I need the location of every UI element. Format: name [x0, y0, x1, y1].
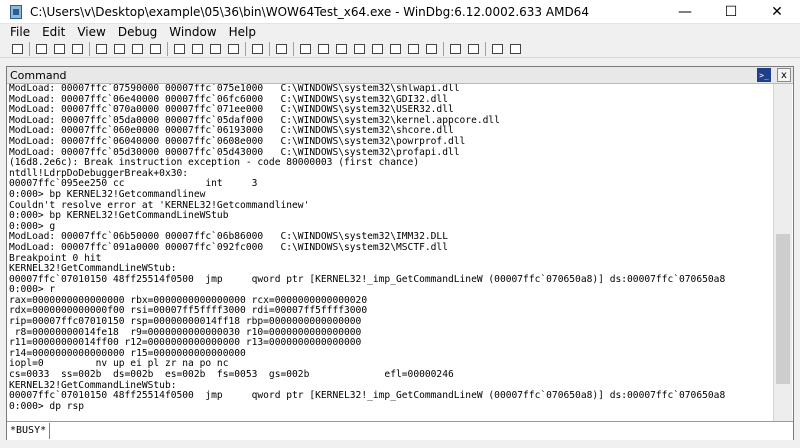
run-to-cursor-icon[interactable] [226, 41, 241, 56]
busy-indicator: *BUSY* [7, 423, 51, 439]
disassembly-icon[interactable] [388, 41, 403, 56]
command-window: Command >_ x ModLoad: 00007ffc`07590000 … [6, 66, 794, 440]
toolbar-separator [293, 41, 294, 56]
command-window-header: Command >_ x [7, 67, 793, 84]
menu-bar: File Edit View Debug Window Help [0, 24, 800, 40]
scrollbar-thumb[interactable] [776, 234, 790, 384]
options-icon[interactable] [508, 41, 523, 56]
callstack-icon[interactable] [370, 41, 385, 56]
command-input-row: *BUSY* [7, 421, 793, 440]
toolbar [0, 40, 800, 58]
menu-view[interactable]: View [71, 24, 111, 40]
open-icon[interactable] [10, 41, 25, 56]
command-window-title: Command [10, 68, 67, 82]
command-prompt-icon[interactable]: >_ [757, 68, 771, 82]
copy-icon[interactable] [52, 41, 67, 56]
command-output[interactable]: ModLoad: 00007ffc`07590000 00007ffc`075e… [9, 84, 771, 421]
output-line: 0:000> dp rsp [9, 400, 85, 412]
step-over-icon[interactable] [190, 41, 205, 56]
command-input[interactable] [52, 424, 793, 438]
vertical-scrollbar[interactable] [773, 84, 792, 421]
stop-icon[interactable] [130, 41, 145, 56]
toolbar-separator [443, 41, 444, 56]
toolbar-separator [269, 41, 270, 56]
minimize-button[interactable]: — [662, 0, 708, 24]
output-line: ModLoad: 00007ffc`091a0000 00007ffc`092f… [9, 241, 448, 253]
hand-icon[interactable] [274, 41, 289, 56]
menu-edit[interactable]: Edit [36, 24, 71, 40]
step-out-icon[interactable] [208, 41, 223, 56]
toolbar-separator [29, 41, 30, 56]
maximize-button[interactable]: ☐ [708, 0, 754, 24]
window-title: C:\Users\v\Desktop\example\05\36\bin\WOW… [30, 4, 589, 19]
title-bar: C:\Users\v\Desktop\example\05\36\bin\WOW… [0, 0, 800, 24]
locals-icon[interactable] [316, 41, 331, 56]
toolbar-separator [89, 41, 90, 56]
menu-file[interactable]: File [0, 24, 36, 40]
font-icon[interactable] [490, 41, 505, 56]
step-into-icon[interactable] [172, 41, 187, 56]
output-line: ModLoad: 00007ffc`06040000 00007ffc`0608… [9, 135, 466, 147]
paste-icon[interactable] [70, 41, 85, 56]
output-line: 00007ffc`07010150 48ff25514f0500 jmp qwo… [9, 390, 726, 402]
memory-icon[interactable] [352, 41, 367, 56]
menu-help[interactable]: Help [223, 24, 262, 40]
break-icon[interactable] [148, 41, 163, 56]
restart-icon[interactable] [112, 41, 127, 56]
command-close-button[interactable]: x [777, 68, 791, 82]
menu-window[interactable]: Window [163, 24, 222, 40]
source-mode-icon[interactable] [448, 41, 463, 56]
output-line: 0:000> bp KERNEL32!GetCommandLineWStub [9, 210, 229, 222]
menu-debug[interactable]: Debug [112, 24, 163, 40]
registers-icon[interactable] [334, 41, 349, 56]
toolbar-separator [485, 41, 486, 56]
close-button[interactable]: ✕ [754, 0, 800, 24]
hex-mode-icon[interactable] [466, 41, 481, 56]
output-line: 00007ffc`07010150 48ff25514f0500 jmp qwo… [9, 273, 726, 285]
toolbar-separator [245, 41, 246, 56]
output-line: ModLoad: 00007ffc`07590000 00007ffc`075e… [9, 84, 460, 94]
windbg-app-icon[interactable] [8, 4, 24, 20]
watch-icon[interactable] [298, 41, 313, 56]
toggle-breakpoint-icon[interactable] [250, 41, 265, 56]
output-line: 0:000> bp KERNEL32!Getcommandlinew [9, 188, 206, 200]
toolbar-separator [167, 41, 168, 56]
status-bar [0, 441, 800, 448]
go-icon[interactable] [94, 41, 109, 56]
command-icon[interactable] [424, 41, 439, 56]
cut-icon[interactable] [34, 41, 49, 56]
scratchpad-icon[interactable] [406, 41, 421, 56]
